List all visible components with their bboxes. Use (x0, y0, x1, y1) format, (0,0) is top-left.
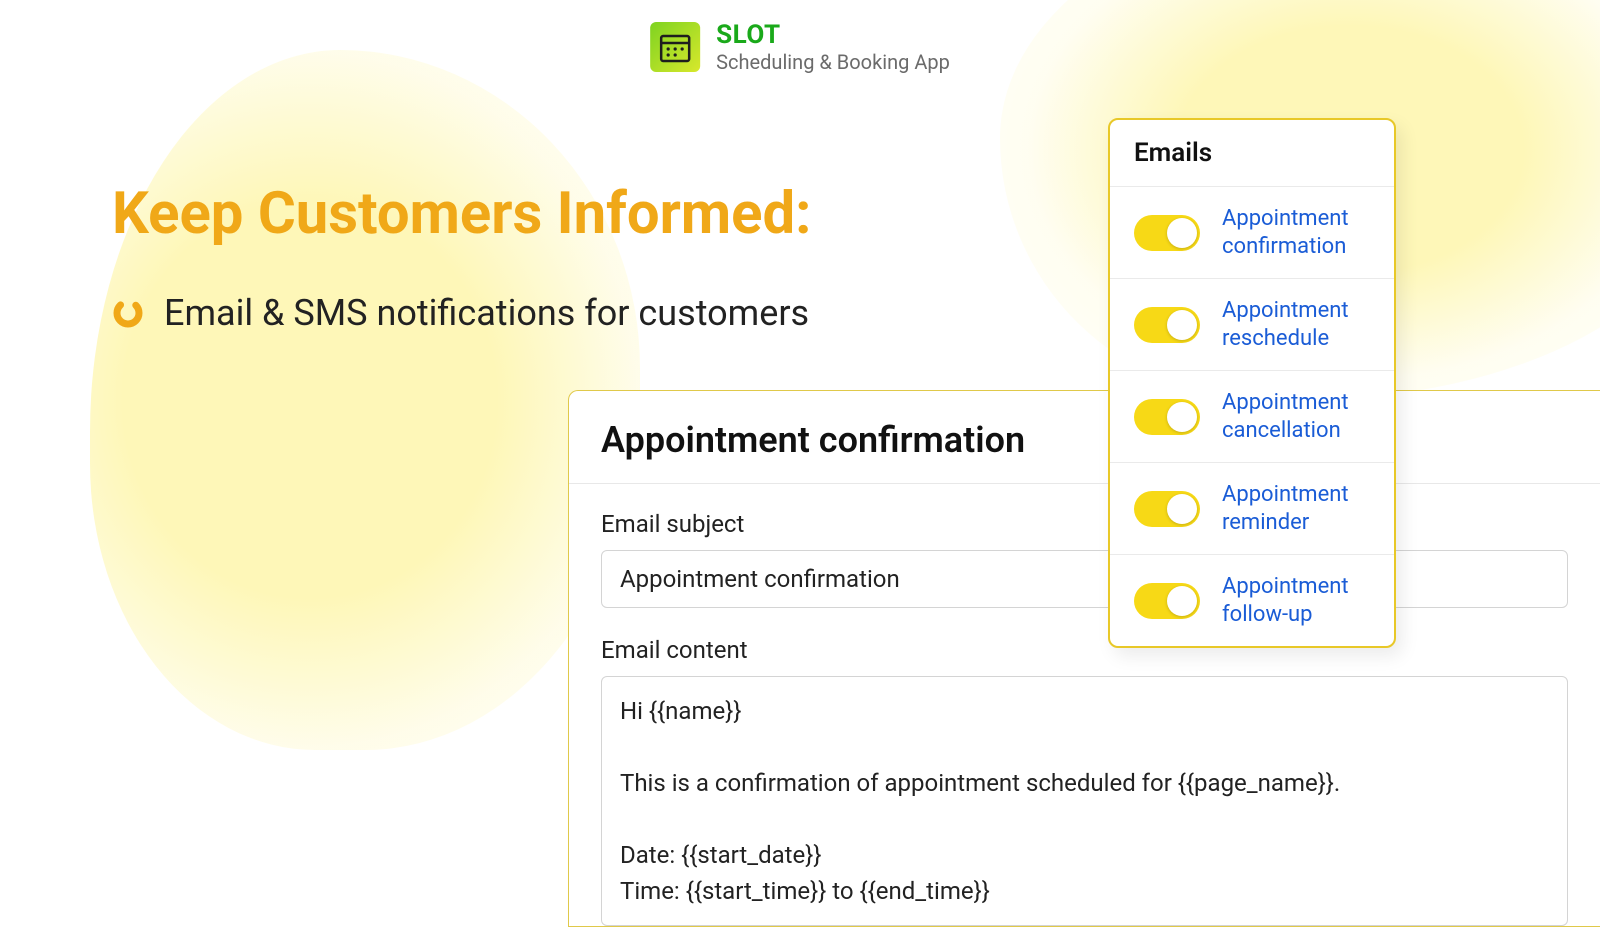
email-item-reminder: Appointment reminder (1110, 462, 1394, 554)
page-heading: Keep Customers Informed: (112, 180, 811, 248)
emails-panel: Emails Appointment confirmation Appointm… (1108, 118, 1396, 648)
email-content-input[interactable]: Hi {{name}} This is a confirmation of ap… (601, 676, 1568, 926)
email-item-follow-up: Appointment follow-up (1110, 554, 1394, 646)
confirmation-title: Appointment confirmation (569, 391, 1600, 484)
email-content-label: Email content (601, 636, 1568, 664)
email-subject-input[interactable] (601, 550, 1568, 608)
toggle-reminder[interactable] (1134, 491, 1200, 527)
toggle-confirmation[interactable] (1134, 215, 1200, 251)
bullet-row: Email & SMS notifications for customers (112, 292, 809, 334)
brand-text: SLOT Scheduling & Booking App (716, 20, 950, 74)
email-link-reschedule[interactable]: Appointment reschedule (1222, 297, 1370, 352)
header: SLOT Scheduling & Booking App (650, 20, 950, 74)
logo-box (650, 22, 700, 72)
calendar-icon (658, 30, 692, 64)
confirmation-body: Email subject Email content Hi {{name}} … (569, 484, 1600, 926)
email-item-confirmation: Appointment confirmation (1110, 186, 1394, 278)
appointment-confirmation-panel: Appointment confirmation Email subject E… (568, 390, 1600, 927)
email-item-cancellation: Appointment cancellation (1110, 370, 1394, 462)
email-item-reschedule: Appointment reschedule (1110, 278, 1394, 370)
bullet-ring-icon (112, 297, 144, 329)
toggle-follow-up[interactable] (1134, 583, 1200, 619)
email-link-cancellation[interactable]: Appointment cancellation (1222, 389, 1370, 444)
email-subject-label: Email subject (601, 510, 1568, 538)
brand-subtitle: Scheduling & Booking App (716, 50, 950, 74)
email-link-follow-up[interactable]: Appointment follow-up (1222, 573, 1370, 628)
email-link-confirmation[interactable]: Appointment confirmation (1222, 205, 1370, 260)
toggle-cancellation[interactable] (1134, 399, 1200, 435)
emails-panel-title: Emails (1110, 120, 1394, 186)
email-link-reminder[interactable]: Appointment reminder (1222, 481, 1370, 536)
bullet-text: Email & SMS notifications for customers (164, 292, 809, 334)
background-blob-left (90, 50, 640, 750)
brand-name: SLOT (716, 20, 950, 50)
toggle-reschedule[interactable] (1134, 307, 1200, 343)
